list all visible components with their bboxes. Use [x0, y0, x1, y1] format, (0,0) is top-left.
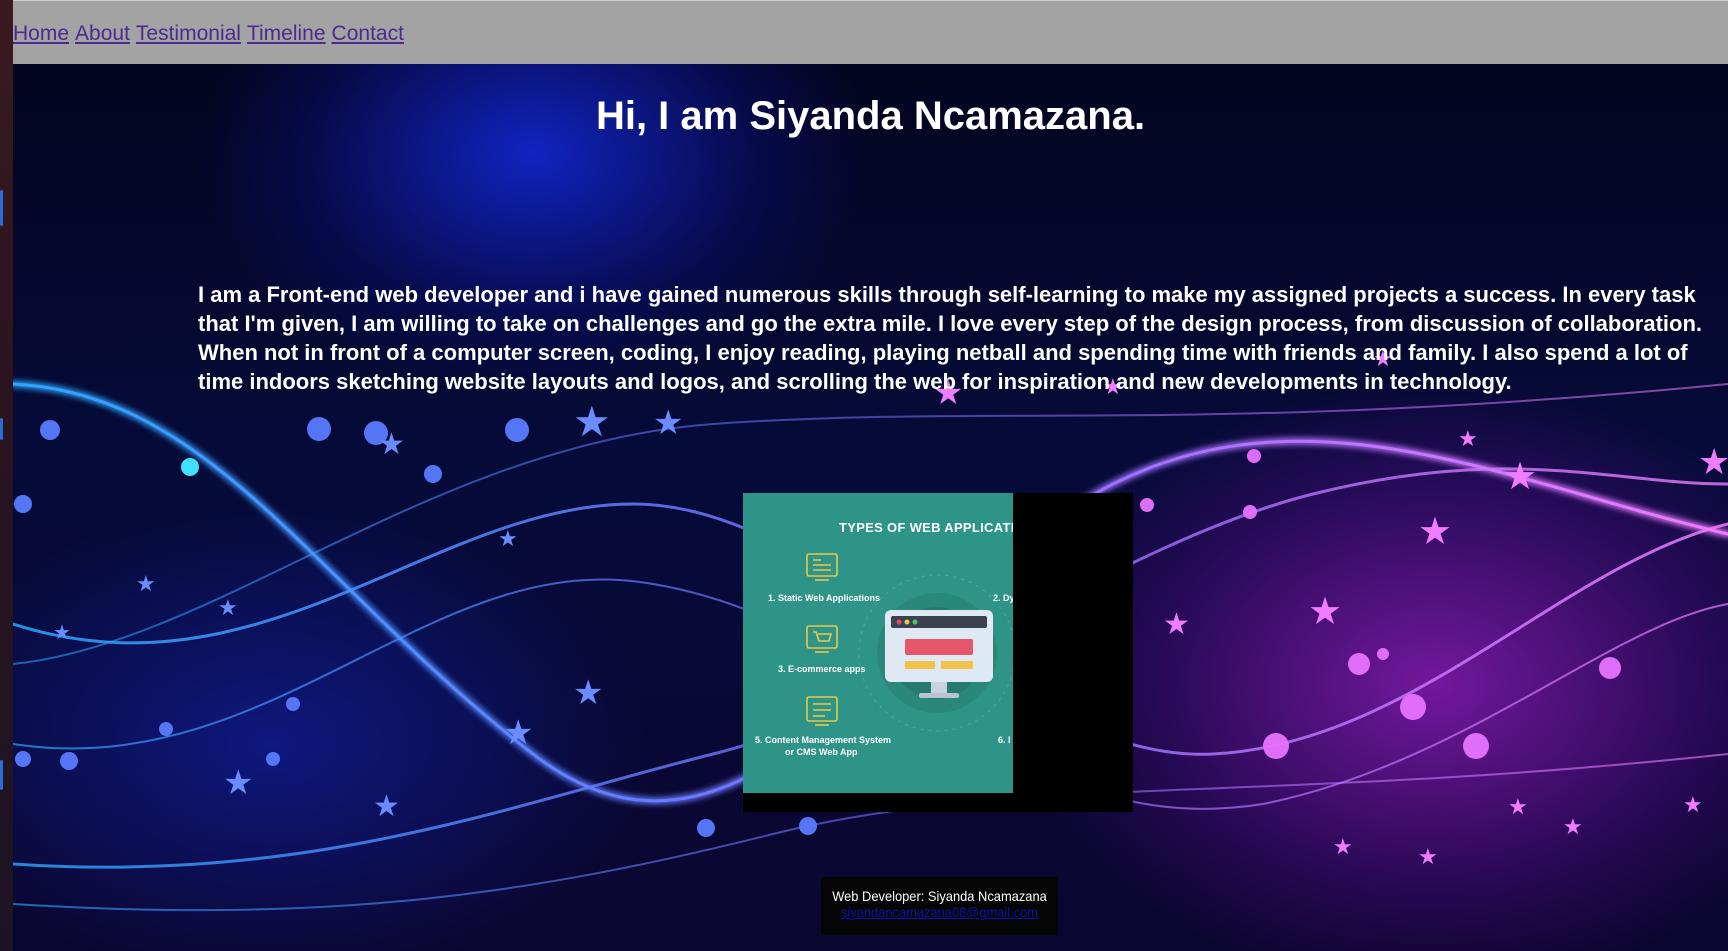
web-app-types-infographic: TYPES OF WEB APPLICATI 1. Static Web App…: [743, 493, 1013, 793]
footer-email-link[interactable]: siyandancamazana08@gmail.com: [830, 904, 1048, 920]
svg-text:★: ★: [1503, 454, 1537, 498]
page-title: Hi, I am Siyanda Ncamazana.: [595, 94, 1146, 138]
nav-link-contact[interactable]: Contact: [332, 22, 404, 46]
svg-text:★: ★: [1418, 509, 1452, 553]
web-apps-media: TYPES OF WEB APPLICATI 1. Static Web App…: [743, 493, 1133, 812]
svg-text:★: ★: [1458, 427, 1478, 452]
hero-section: ★ ★ ★ ★ ★ ★ ★ ★ ★ ★ ★ ★ ★ ★ ★ ★ ★ ★ ★ ★ …: [13, 64, 1728, 951]
top-navbar: Home About Testimonial Timeline Contact: [13, 0, 1728, 64]
svg-text:★: ★: [373, 789, 400, 824]
svg-text:★: ★: [1563, 815, 1583, 840]
about-paragraph: I am a Front-end web developer and i hav…: [198, 282, 1703, 394]
svg-text:★: ★: [136, 572, 156, 597]
infographic-item-2: 2. Dy: [993, 593, 1013, 603]
nav-link-timeline[interactable]: Timeline: [247, 22, 326, 46]
svg-text:★: ★: [653, 403, 683, 443]
svg-text:★: ★: [53, 620, 71, 644]
infographic-item-5-cont: or CMS Web App: [785, 747, 858, 757]
svg-text:★: ★: [218, 596, 238, 621]
svg-text:★: ★: [1333, 835, 1353, 860]
nav-link-about[interactable]: About: [75, 22, 130, 46]
svg-text:★: ★: [223, 763, 253, 803]
svg-text:★: ★: [1698, 442, 1728, 483]
infographic-art: [806, 553, 1013, 732]
nav-link-home[interactable]: Home: [13, 22, 69, 46]
svg-text:★: ★: [1508, 795, 1528, 820]
svg-text:★: ★: [1683, 793, 1703, 818]
svg-text:★: ★: [573, 397, 611, 446]
svg-text:★: ★: [1163, 607, 1190, 642]
svg-text:★: ★: [498, 527, 518, 552]
nav-link-testimonial[interactable]: Testimonial: [136, 22, 241, 46]
infographic-item-1: 1. Static Web Applications: [768, 593, 881, 603]
svg-text:★: ★: [1418, 845, 1438, 870]
page-footer: Web Developer: Siyanda Ncamazana siyanda…: [821, 877, 1058, 935]
window-edge: [0, 0, 13, 951]
infographic-item-6: 6. I: [998, 735, 1011, 745]
infographic-item-3: 3. E-commerce apps: [778, 664, 866, 674]
footer-credit: Web Developer: Siyanda Ncamazana: [832, 888, 1047, 904]
svg-text:★: ★: [378, 427, 405, 462]
svg-text:★: ★: [1308, 589, 1342, 633]
infographic-item-5: 5. Content Management System: [755, 735, 892, 745]
svg-text:★: ★: [573, 673, 603, 713]
svg-text:★: ★: [503, 713, 533, 753]
